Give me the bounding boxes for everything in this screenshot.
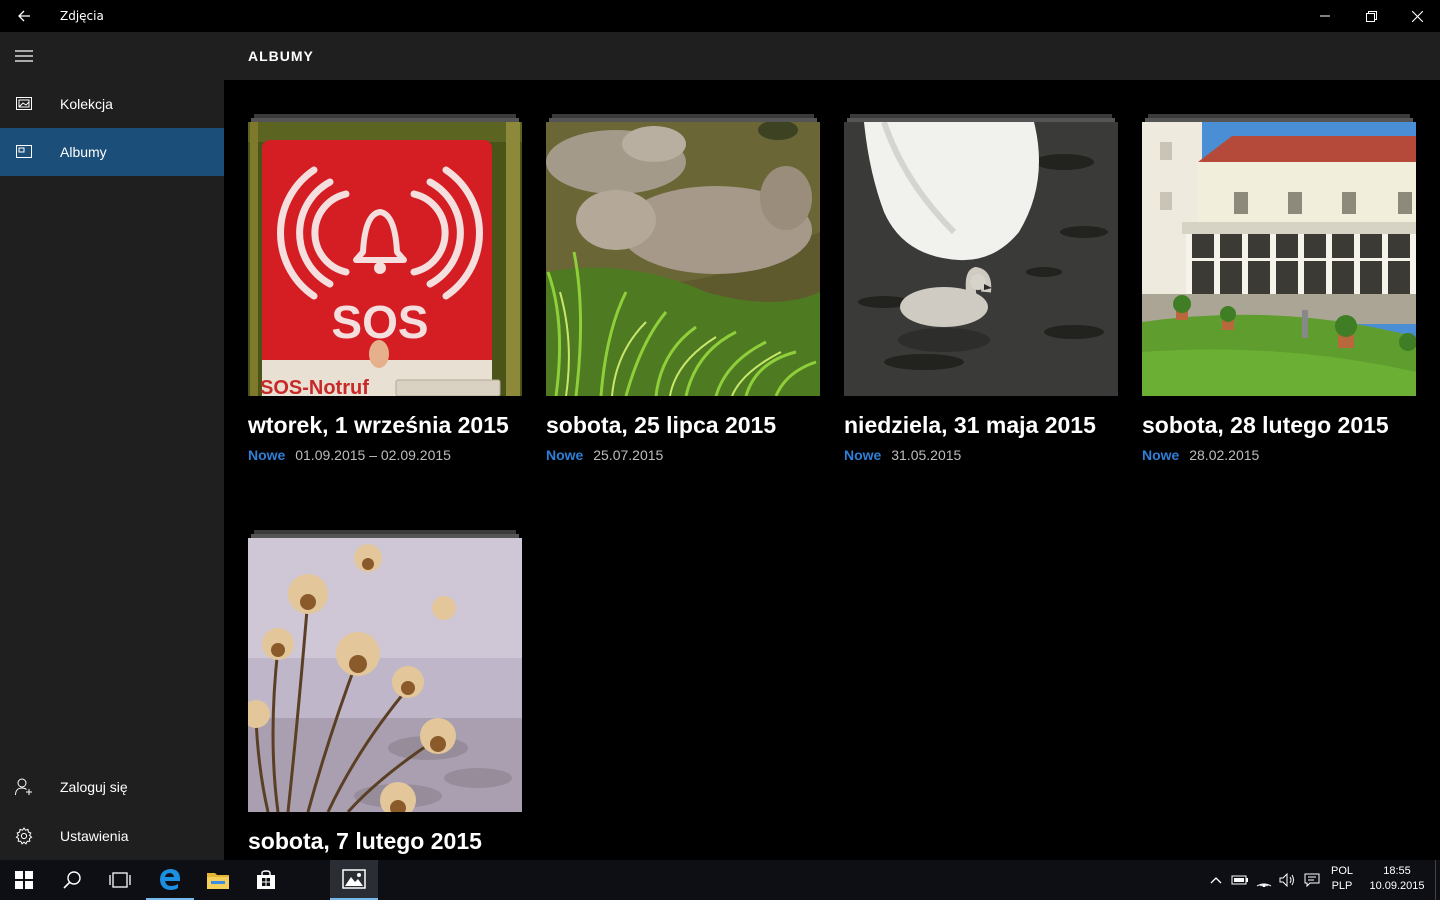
taskbar: POL PLP 18:55 10.09.2015 bbox=[0, 860, 1440, 900]
start-button[interactable] bbox=[0, 860, 48, 900]
album-grid: SOS SOS-Notruf wtorek, 1 września 2015 N… bbox=[224, 80, 1440, 860]
album-thumbnail[interactable] bbox=[1142, 122, 1416, 396]
back-button[interactable] bbox=[0, 0, 48, 32]
photos-app-icon bbox=[342, 869, 366, 889]
minimize-icon bbox=[1320, 15, 1330, 17]
album-thumbnail[interactable] bbox=[248, 538, 522, 812]
taskbar-photos[interactable] bbox=[330, 860, 378, 900]
windows-logo-icon bbox=[15, 871, 33, 889]
edge-browser-icon bbox=[160, 869, 180, 890]
gear-icon bbox=[0, 812, 48, 860]
action-center-button[interactable] bbox=[1300, 860, 1324, 900]
hamburger-icon bbox=[15, 50, 33, 62]
task-view-button[interactable] bbox=[96, 860, 144, 900]
page-header: ALBUMY bbox=[224, 32, 1440, 80]
notification-icon bbox=[1304, 873, 1320, 887]
album-meta: Nowe 31.05.2015 bbox=[844, 447, 1118, 463]
album-title: wtorek, 1 września 2015 bbox=[248, 412, 509, 438]
restore-icon bbox=[1365, 10, 1377, 22]
album-date: 28.02.2015 bbox=[1189, 447, 1260, 463]
taskbar-store[interactable] bbox=[242, 860, 290, 900]
album-thumbnail[interactable]: SOS SOS-Notruf bbox=[248, 122, 522, 396]
sign-in-label: Zaloguj się bbox=[60, 779, 128, 795]
album-date: 25.07.2015 bbox=[593, 447, 664, 463]
svg-text:SOS-Notruf: SOS-Notruf bbox=[260, 377, 369, 396]
volume-button[interactable] bbox=[1276, 860, 1300, 900]
search-icon bbox=[63, 871, 81, 889]
album-date: 31.05.2015 bbox=[891, 447, 962, 463]
settings-label: Ustawienia bbox=[60, 828, 129, 844]
keyboard-layout: PLP bbox=[1331, 880, 1353, 892]
speaker-icon bbox=[1279, 873, 1294, 887]
taskbar-edge[interactable] bbox=[146, 860, 194, 900]
taskbar-file-explorer[interactable] bbox=[194, 860, 242, 900]
minimize-button[interactable] bbox=[1302, 0, 1348, 32]
language-code: POL bbox=[1330, 865, 1353, 877]
nav-item-label: Albumy bbox=[60, 144, 107, 160]
collection-icon bbox=[0, 80, 48, 128]
album-title: sobota, 25 lipca 2015 bbox=[546, 412, 777, 438]
show-desktop-button[interactable] bbox=[1435, 860, 1436, 900]
album-date-range: 01.09.2015 – 02.09.2015 bbox=[295, 447, 451, 463]
task-view-icon bbox=[109, 872, 131, 888]
clock[interactable]: 18:55 10.09.2015 bbox=[1364, 865, 1430, 892]
clock-time: 18:55 bbox=[1383, 865, 1411, 877]
album-tile[interactable]: niedziela, 31 maja 2015 Nowe 31.05.2015 bbox=[844, 114, 1118, 463]
title-bar: Zdjęcia bbox=[0, 0, 1440, 32]
album-title: sobota, 28 lutego 2015 bbox=[1142, 412, 1389, 438]
album-thumbnail[interactable] bbox=[546, 122, 820, 396]
close-icon bbox=[1411, 10, 1423, 22]
new-badge: Nowe bbox=[1142, 447, 1180, 463]
album-title: sobota, 7 lutego 2015 bbox=[248, 828, 482, 854]
album-thumbnail[interactable] bbox=[844, 122, 1118, 396]
sign-in-button[interactable]: Zaloguj się bbox=[0, 763, 224, 811]
close-button[interactable] bbox=[1394, 0, 1440, 32]
restore-button[interactable] bbox=[1348, 0, 1394, 32]
album-meta: Nowe 28.02.2015 bbox=[1142, 447, 1416, 463]
show-hidden-icons-button[interactable] bbox=[1204, 860, 1228, 900]
new-badge: Nowe bbox=[844, 447, 882, 463]
chevron-up-icon bbox=[1210, 877, 1222, 884]
nav-item-collection[interactable]: Kolekcja bbox=[0, 80, 224, 128]
album-tile[interactable]: sobota, 25 lipca 2015 Nowe 25.07.2015 bbox=[546, 114, 820, 463]
nav-item-label: Kolekcja bbox=[60, 96, 113, 112]
nav-item-albums[interactable]: Albumy bbox=[0, 128, 224, 176]
search-button[interactable] bbox=[48, 860, 96, 900]
navigation-pane: Kolekcja Albumy Zaloguj się Ustawienia bbox=[0, 32, 224, 860]
clock-date: 10.09.2015 bbox=[1369, 880, 1425, 892]
album-title: niedziela, 31 maja 2015 bbox=[844, 412, 1096, 438]
network-button[interactable] bbox=[1252, 860, 1276, 900]
store-icon bbox=[257, 870, 275, 889]
album-tile[interactable]: sobota, 28 lutego 2015 Nowe 28.02.2015 bbox=[1142, 114, 1416, 463]
window-title: Zdjęcia bbox=[60, 9, 104, 23]
battery-icon bbox=[1231, 875, 1248, 885]
album-meta: Nowe 01.09.2015 – 02.09.2015 bbox=[248, 447, 522, 463]
battery-button[interactable] bbox=[1228, 860, 1252, 900]
folder-icon bbox=[207, 873, 229, 889]
album-tile[interactable]: sobota, 7 lutego 2015 bbox=[248, 530, 522, 855]
new-badge: Nowe bbox=[546, 447, 584, 463]
album-tile[interactable]: SOS SOS-Notruf wtorek, 1 września 2015 N… bbox=[248, 114, 522, 463]
album-icon bbox=[0, 128, 48, 176]
input-language[interactable]: POL PLP bbox=[1326, 865, 1358, 892]
album-meta: Nowe 25.07.2015 bbox=[546, 447, 820, 463]
hamburger-button[interactable] bbox=[0, 32, 48, 80]
page-title: ALBUMY bbox=[248, 48, 314, 64]
settings-button[interactable]: Ustawienia bbox=[0, 812, 224, 860]
add-user-icon bbox=[0, 763, 48, 811]
new-badge: Nowe bbox=[248, 447, 286, 463]
back-arrow-icon bbox=[18, 10, 30, 22]
wifi-icon bbox=[1256, 883, 1272, 887]
